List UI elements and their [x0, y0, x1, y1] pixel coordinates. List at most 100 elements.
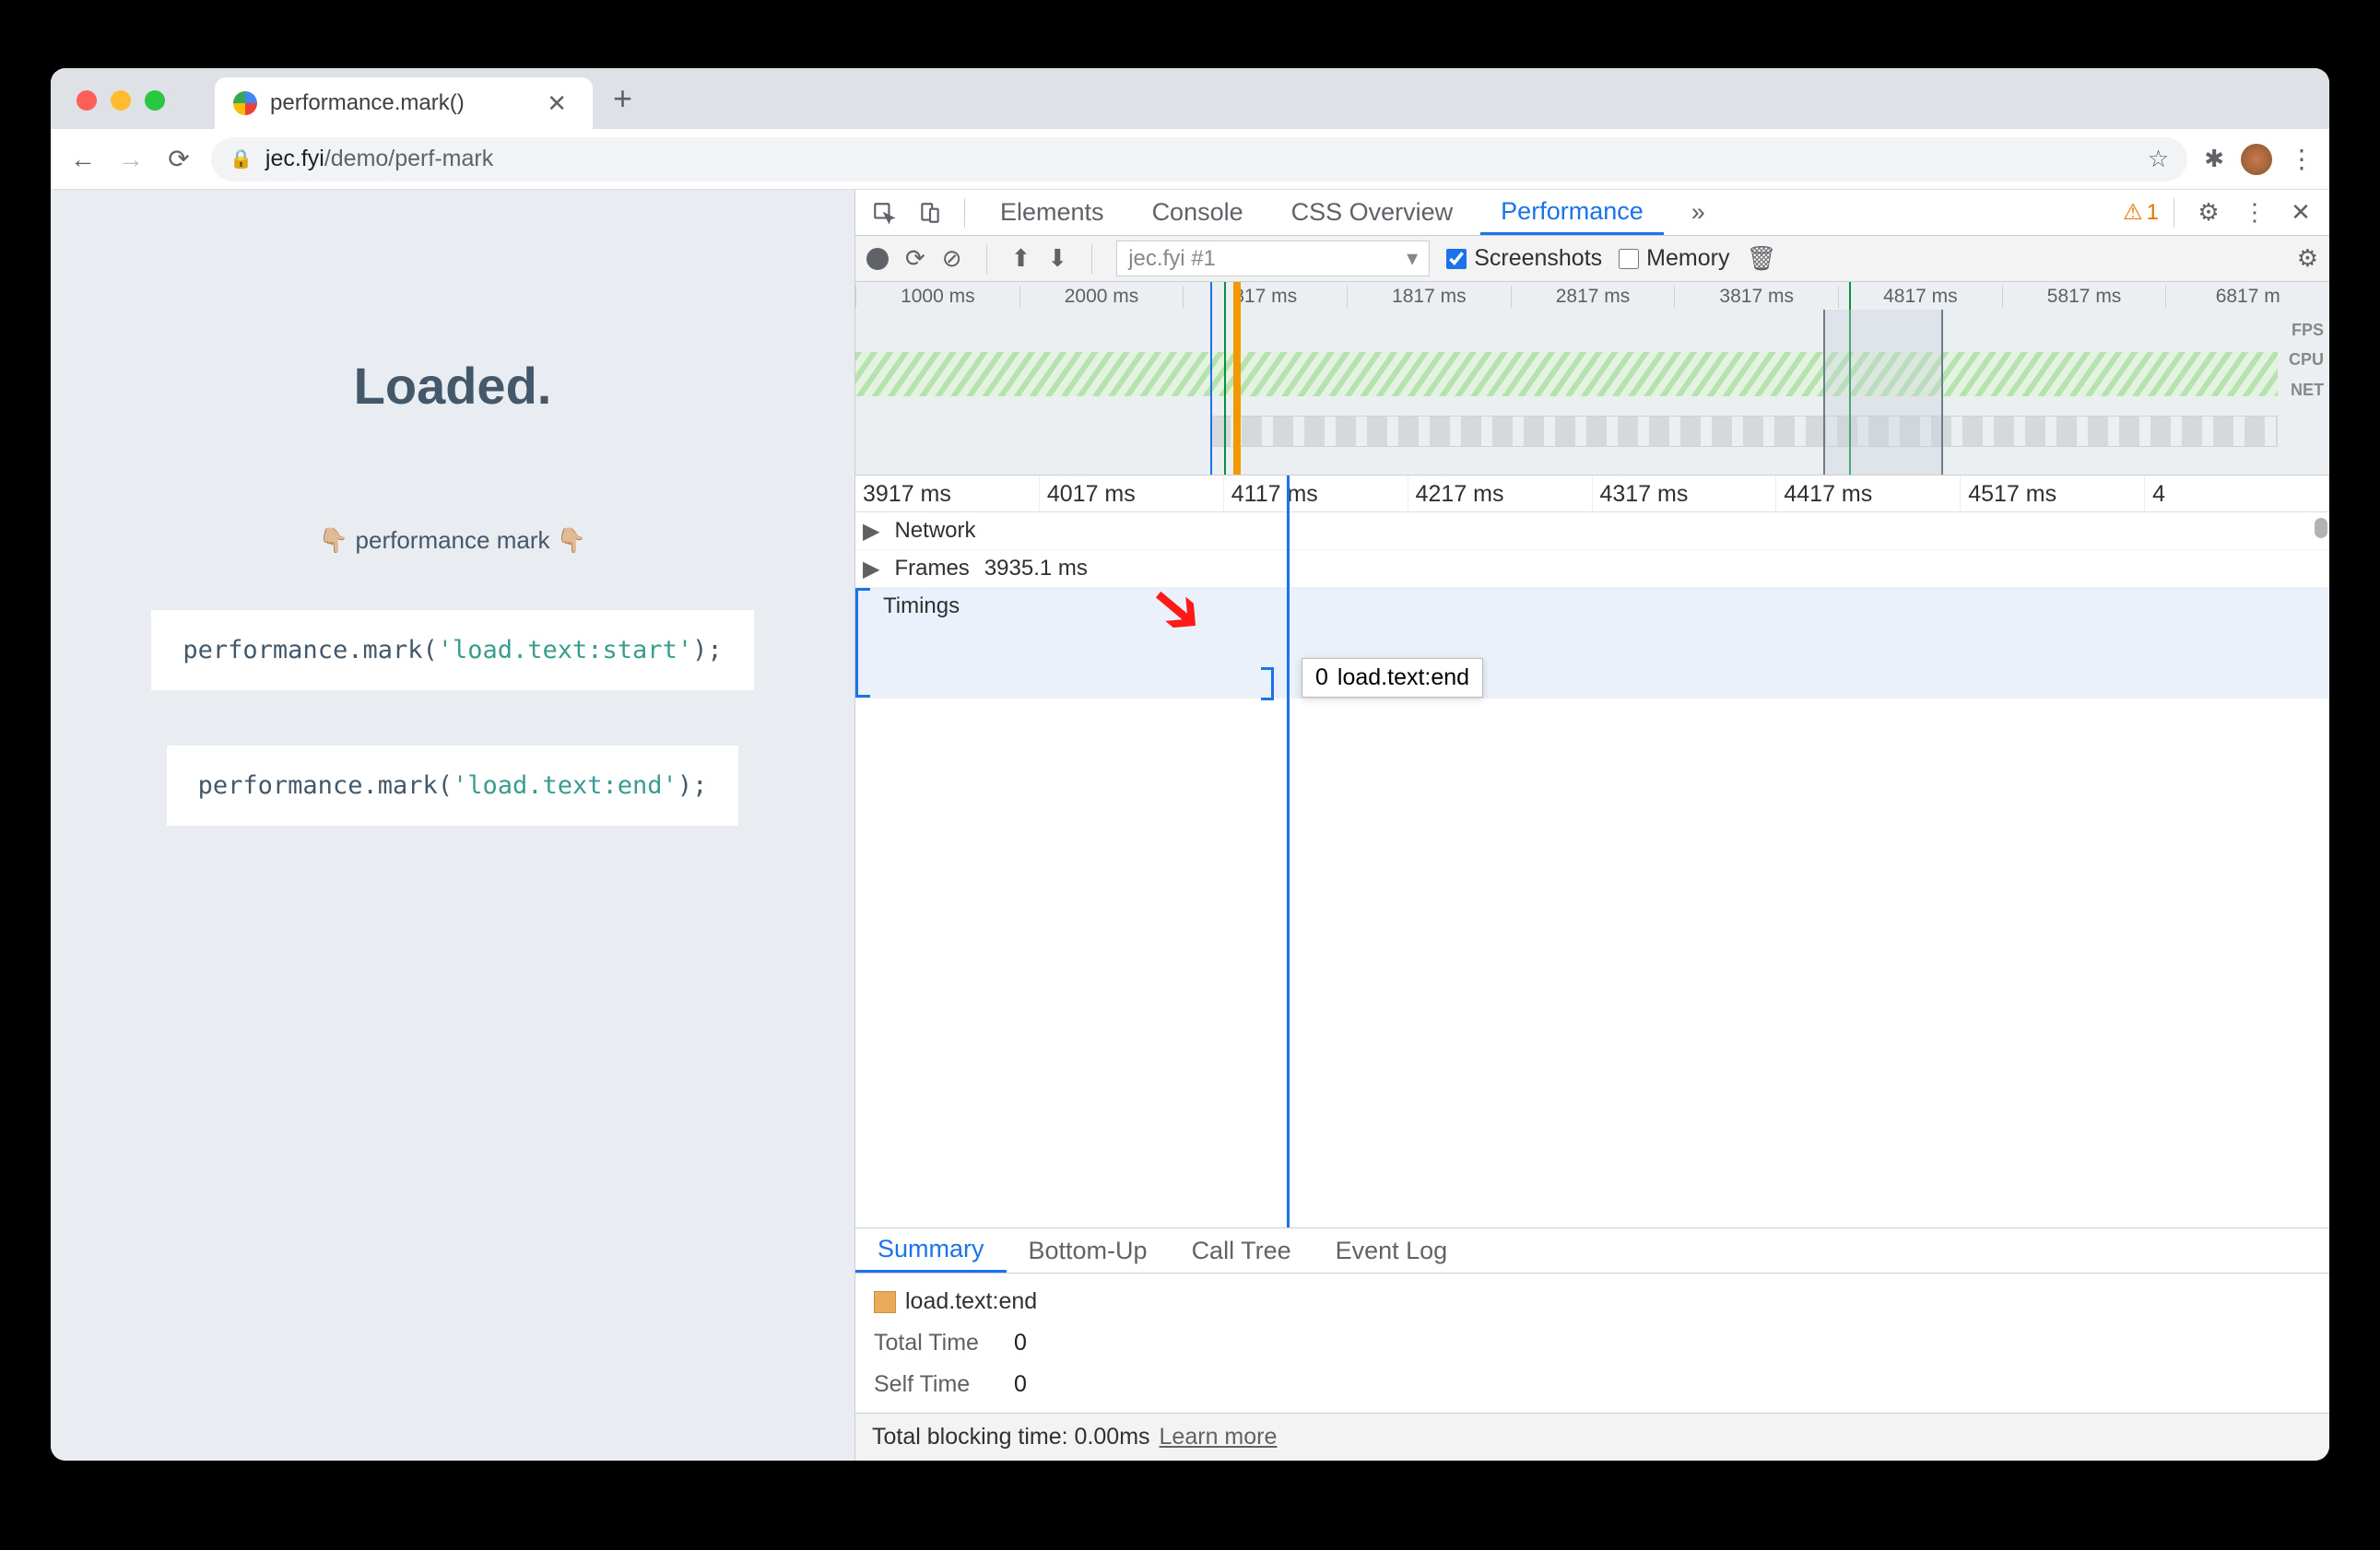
webpage: Loaded. 👇🏼 performance mark 👇🏼 performan…: [51, 190, 854, 1461]
frames-value: 3935.1 ms: [977, 550, 1095, 587]
overview-selection[interactable]: [1823, 310, 1943, 475]
back-button[interactable]: ←: [67, 144, 99, 175]
timeline-overview[interactable]: 1000 ms 2000 ms 817 ms 1817 ms 2817 ms 3…: [855, 282, 2329, 476]
separator: [964, 198, 965, 228]
ruler-tick: 3817 ms: [1674, 286, 1838, 308]
reload-record-button[interactable]: ⟳: [905, 244, 925, 273]
tooltip-label: load.text:end: [1337, 664, 1469, 691]
toolbar: ← → ⟳ 🔒 jec.fyi/demo/perf-mark ☆ ✱ ⋮: [51, 129, 2329, 190]
content-area: Loaded. 👇🏼 performance mark 👇🏼 performan…: [51, 190, 2329, 1461]
ruler-tick: 1000 ms: [855, 286, 1019, 308]
overview-marker: [1210, 282, 1212, 475]
browser-menu-button[interactable]: ⋮: [2289, 144, 2313, 174]
timings-track[interactable]: Timings: [855, 588, 2329, 699]
tab-elements[interactable]: Elements: [980, 190, 1125, 235]
scrollbar-thumb[interactable]: [2315, 518, 2327, 538]
address-bar[interactable]: 🔒 jec.fyi/demo/perf-mark ☆: [211, 137, 2187, 182]
page-subheading: 👇🏼 performance mark 👇🏼: [319, 526, 586, 555]
extensions-icon[interactable]: ✱: [2204, 145, 2224, 173]
ruler-tick: 5817 ms: [2002, 286, 2166, 308]
timing-tooltip: 0 load.text:end: [1302, 658, 1483, 698]
url-text: jec.fyi/demo/perf-mark: [265, 146, 493, 172]
ruler-tick: 3917 ms: [855, 476, 1040, 511]
separator: [986, 244, 987, 274]
fps-label: FPS: [2289, 315, 2324, 345]
tab-call-tree[interactable]: Call Tree: [1170, 1228, 1314, 1273]
ruler-tick: 2000 ms: [1019, 286, 1184, 308]
tab-summary[interactable]: Summary: [855, 1228, 1007, 1273]
recording-dropdown[interactable]: jec.fyi #1▾: [1116, 241, 1430, 276]
cpu-track: [855, 352, 2278, 396]
window-controls: [77, 90, 165, 111]
separator: [1091, 244, 1092, 274]
settings-gear-icon[interactable]: ⚙: [2189, 194, 2228, 232]
garbage-collect-icon[interactable]: 🗑: [1746, 244, 1776, 273]
flame-time-marker: [1287, 476, 1290, 1227]
total-time-row: Total Time0: [874, 1330, 2311, 1356]
device-toolbar-icon[interactable]: [911, 194, 949, 232]
expand-toggle-icon[interactable]: ▶: [855, 518, 887, 545]
page-heading: Loaded.: [354, 356, 552, 416]
favicon-icon: [233, 91, 257, 115]
tab-css-overview[interactable]: CSS Overview: [1271, 190, 1474, 235]
browser-tab[interactable]: performance.mark() ✕: [215, 77, 593, 129]
close-tab-button[interactable]: ✕: [539, 89, 574, 118]
devtools-menu-button[interactable]: ⋮: [2235, 194, 2274, 232]
overview-ruler: 1000 ms 2000 ms 817 ms 1817 ms 2817 ms 3…: [855, 286, 2329, 308]
tab-performance[interactable]: Performance: [1480, 190, 1664, 235]
tab-bottom-up[interactable]: Bottom-Up: [1007, 1228, 1170, 1273]
profile-avatar[interactable]: [2241, 144, 2272, 175]
self-time-row: Self Time0: [874, 1371, 2311, 1398]
ruler-tick: 1817 ms: [1347, 286, 1511, 308]
close-devtools-button[interactable]: ✕: [2281, 194, 2320, 232]
status-bar: Total blocking time: 0.00ms Learn more: [855, 1413, 2329, 1461]
network-track[interactable]: ▶Network: [855, 512, 2329, 550]
bookmark-star-icon[interactable]: ☆: [2148, 145, 2169, 173]
code-snippet-2: performance.mark('load.text:end');: [167, 746, 739, 826]
flame-chart[interactable]: 3917 ms 4017 ms 4117 ms 4217 ms 4317 ms …: [855, 476, 2329, 1227]
devtools-panel: Elements Console CSS Overview Performanc…: [854, 190, 2329, 1461]
chevron-down-icon: ▾: [1407, 245, 1418, 272]
selection-bracket-left: [855, 588, 870, 698]
ruler-tick: 4317 ms: [1593, 476, 1777, 511]
entry-name: load.text:end: [905, 1288, 1037, 1314]
learn-more-link[interactable]: Learn more: [1160, 1424, 1278, 1450]
browser-window: performance.mark() ✕ + ← → ⟳ 🔒 jec.fyi/d…: [51, 68, 2329, 1461]
load-profile-icon[interactable]: ⬆: [1011, 244, 1031, 273]
overview-lane-labels: FPS CPU NET: [2289, 315, 2324, 405]
close-window-button[interactable]: [77, 90, 97, 111]
ruler-tick: 4: [2145, 476, 2329, 511]
inspect-element-icon[interactable]: [865, 194, 903, 232]
reload-button[interactable]: ⟳: [163, 144, 194, 175]
record-button[interactable]: [866, 248, 889, 270]
frames-track[interactable]: ▶Frames3935.1 ms: [855, 550, 2329, 588]
tab-console[interactable]: Console: [1132, 190, 1264, 235]
warnings-badge[interactable]: ⚠ 1: [2123, 199, 2159, 226]
memory-checkbox[interactable]: Memory: [1619, 245, 1729, 272]
ruler-tick: 2817 ms: [1511, 286, 1675, 308]
ruler-tick: 4217 ms: [1408, 476, 1593, 511]
tab-title: performance.mark(): [270, 90, 526, 116]
ruler-tick: 4417 ms: [1776, 476, 1961, 511]
ruler-tick: 817 ms: [1183, 286, 1347, 308]
ruler-tick: 4117 ms: [1224, 476, 1408, 511]
ruler-tick: 4817 ms: [1838, 286, 2002, 308]
capture-settings-gear-icon[interactable]: ⚙: [2297, 244, 2318, 273]
tab-overflow-button[interactable]: »: [1671, 190, 1726, 235]
tab-event-log[interactable]: Event Log: [1314, 1228, 1470, 1273]
cpu-label: CPU: [2289, 345, 2324, 374]
ruler-tick: 4517 ms: [1961, 476, 2145, 511]
details-tab-strip: Summary Bottom-Up Call Tree Event Log: [855, 1227, 2329, 1274]
summary-panel: load.text:end Total Time0 Self Time0: [855, 1274, 2329, 1413]
blocking-time-text: Total blocking time: 0.00ms: [872, 1424, 1150, 1450]
clear-button[interactable]: ⊘: [942, 244, 962, 273]
net-track: [1210, 416, 2278, 447]
maximize-window-button[interactable]: [145, 90, 165, 111]
screenshots-checkbox[interactable]: Screenshots: [1446, 245, 1602, 272]
expand-toggle-icon[interactable]: ▶: [855, 556, 887, 582]
new-tab-button[interactable]: +: [613, 79, 632, 118]
summary-entry: load.text:end: [874, 1288, 2311, 1315]
forward-button[interactable]: →: [115, 144, 147, 175]
minimize-window-button[interactable]: [111, 90, 131, 111]
save-profile-icon[interactable]: ⬇: [1047, 244, 1067, 273]
